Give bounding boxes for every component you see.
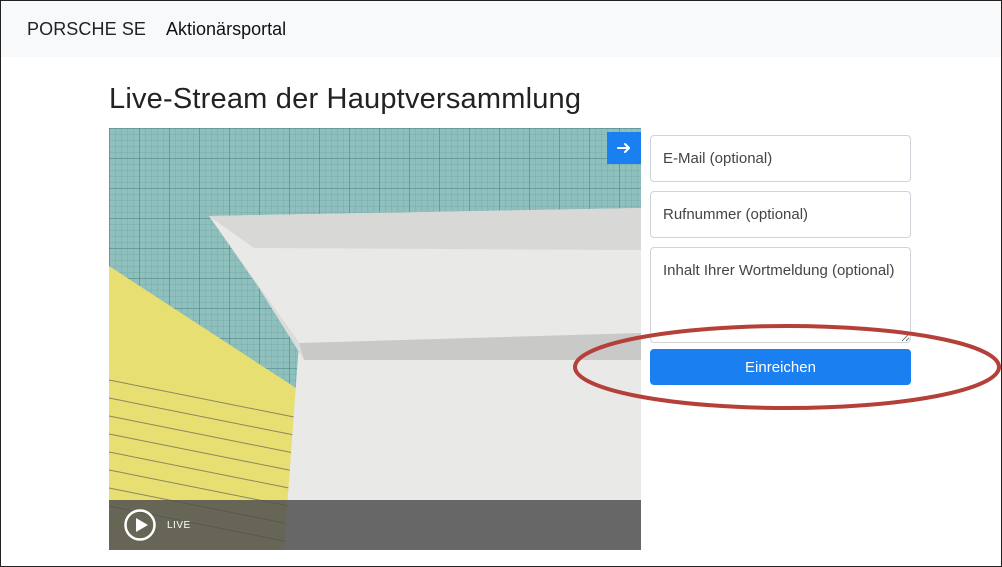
- email-field[interactable]: [650, 135, 911, 182]
- navbar: PORSCHE SE Aktionärsportal: [1, 1, 1001, 57]
- submit-button[interactable]: Einreichen: [650, 349, 911, 385]
- play-circle-icon[interactable]: [123, 508, 157, 542]
- video-frame: [109, 128, 641, 550]
- page-title: Live-Stream der Hauptversammlung: [109, 83, 582, 115]
- message-field[interactable]: [650, 247, 911, 343]
- expand-button[interactable]: [607, 132, 641, 164]
- nav-link-aktionaersportal[interactable]: Aktionärsportal: [166, 19, 286, 40]
- live-badge: LIVE: [167, 519, 191, 531]
- phone-field[interactable]: [650, 191, 911, 238]
- browser-frame: PORSCHE SE Aktionärsportal Live-Stream d…: [0, 0, 1002, 567]
- question-form: Einreichen: [650, 135, 911, 385]
- video-controls: LIVE: [109, 500, 641, 550]
- arrow-right-icon: [617, 143, 630, 153]
- brand-logo[interactable]: PORSCHE SE: [27, 19, 146, 40]
- video-player[interactable]: LIVE: [109, 128, 641, 550]
